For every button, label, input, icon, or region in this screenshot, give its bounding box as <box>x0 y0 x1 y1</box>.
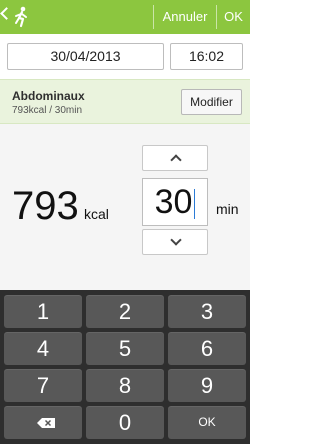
key-5[interactable]: 5 <box>86 332 164 365</box>
date-field[interactable]: 30/04/2013 <box>7 43 164 70</box>
key-7[interactable]: 7 <box>4 369 82 402</box>
chevron-down-icon <box>170 234 182 246</box>
minutes-value: 30 <box>154 183 193 221</box>
kcal-value: 793 <box>12 184 79 228</box>
numeric-keyboard: 1 2 3 4 5 6 7 8 9 0 OK <box>0 290 250 444</box>
runner-icon <box>15 6 27 28</box>
minutes-input[interactable]: 30 <box>142 178 208 226</box>
keyboard-ok-key[interactable]: OK <box>168 406 246 439</box>
key-4[interactable]: 4 <box>4 332 82 365</box>
key-1[interactable]: 1 <box>4 295 82 328</box>
key-6[interactable]: 6 <box>168 332 246 365</box>
key-3[interactable]: 3 <box>168 295 246 328</box>
backspace-icon <box>37 418 55 428</box>
text-cursor <box>194 189 196 220</box>
chevron-up-icon <box>170 154 182 166</box>
duration-picker: 793 kcal 30 min <box>0 124 250 290</box>
datetime-row: 30/04/2013 16:02 <box>0 34 250 79</box>
ok-button[interactable]: OK <box>217 0 250 34</box>
key-8[interactable]: 8 <box>86 369 164 402</box>
exercise-name: Abdominaux <box>12 89 85 103</box>
increment-button[interactable] <box>142 145 208 171</box>
key-0[interactable]: 0 <box>86 406 164 439</box>
decrement-button[interactable] <box>142 229 208 255</box>
action-bar: Annuler OK <box>0 0 250 34</box>
exercise-details: 793kcal / 30min <box>12 105 83 116</box>
cancel-button[interactable]: Annuler <box>154 0 216 34</box>
kcal-unit: kcal <box>84 206 109 222</box>
time-field[interactable]: 16:02 <box>170 43 243 70</box>
exercise-row: Abdominaux 793kcal / 30min Modifier <box>0 79 250 124</box>
key-2[interactable]: 2 <box>86 295 164 328</box>
back-button[interactable] <box>0 0 30 34</box>
minutes-unit: min <box>216 201 239 217</box>
backspace-key[interactable] <box>4 406 82 439</box>
key-9[interactable]: 9 <box>168 369 246 402</box>
modify-button[interactable]: Modifier <box>181 89 242 115</box>
back-chevron-icon <box>0 7 13 20</box>
